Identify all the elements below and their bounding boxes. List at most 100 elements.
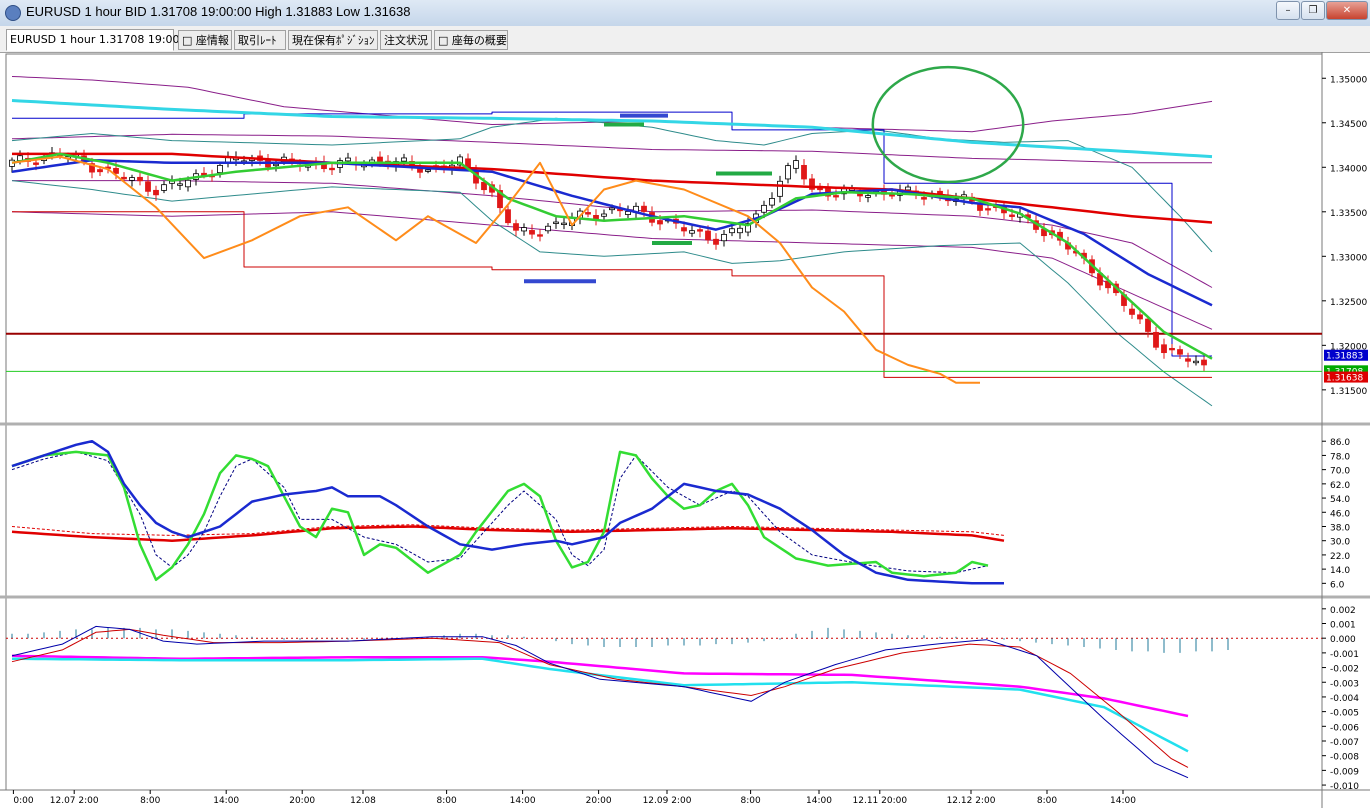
stoch-tick-label: 22.0 xyxy=(1330,552,1350,562)
candle-body xyxy=(585,212,591,215)
price-tick-label: 1.34500 xyxy=(1330,120,1367,130)
candle-body xyxy=(657,220,663,225)
time-tick-label: 8:00 xyxy=(436,796,456,806)
candle-body xyxy=(537,234,543,237)
candle-body xyxy=(1137,314,1143,320)
candle-body xyxy=(129,177,135,181)
candle-body xyxy=(425,169,431,172)
candle-body xyxy=(977,204,983,211)
time-tick-label: 12.09 2:00 xyxy=(643,796,692,806)
chart-area[interactable]: 1.35000 1.34500 1.34000 1.33500 1.33000 1.325… xyxy=(0,52,1370,808)
candle-body xyxy=(1129,308,1135,315)
time-tick-label: 14:00 xyxy=(510,796,536,806)
macd-tick-label: -0.008 xyxy=(1330,753,1359,763)
candle-body xyxy=(865,195,871,198)
stoch-tick-label: 70.0 xyxy=(1330,467,1350,477)
candle-body xyxy=(1145,318,1151,332)
price-tick-label: 1.34000 xyxy=(1330,164,1367,174)
candle-body xyxy=(185,179,191,188)
candle-body xyxy=(1161,344,1167,354)
price-tick-label: 1.35000 xyxy=(1330,75,1367,85)
stoch-tick-label: 6.0 xyxy=(1330,580,1345,590)
candle-body xyxy=(641,205,647,212)
stochastic-panel-frame xyxy=(5,424,1323,597)
candle-body xyxy=(833,195,839,198)
macd-tick-label: -0.003 xyxy=(1330,679,1359,689)
candle-body xyxy=(273,163,279,167)
candle-body xyxy=(1193,360,1199,364)
macd-tick-label: -0.002 xyxy=(1330,665,1359,675)
app-icon xyxy=(5,5,21,21)
price-tick-label: 1.31500 xyxy=(1330,387,1367,397)
candle-body xyxy=(681,227,687,232)
window-title: EURUSD 1 hour BID 1.31708 19:00:00 High … xyxy=(26,4,411,19)
macd-tick-label: 0.001 xyxy=(1330,621,1356,631)
candle-body xyxy=(985,208,991,211)
time-tick-label: 12.07 2:00 xyxy=(50,796,99,806)
restore-button[interactable]: ❐ xyxy=(1301,1,1325,20)
window-titlebar: EURUSD 1 hour BID 1.31708 19:00:00 High … xyxy=(0,0,1370,27)
stoch-tick-label: 38.0 xyxy=(1330,523,1350,533)
time-tick-label: 14:00 xyxy=(806,796,832,806)
candle-body xyxy=(161,184,167,191)
candle-body xyxy=(769,198,775,206)
candle-body xyxy=(761,204,767,213)
tab-orders[interactable]: 注文状況 xyxy=(380,30,432,50)
candle-body xyxy=(561,222,567,225)
chart-svg[interactable]: 1.35000 1.34500 1.34000 1.33500 1.33000 1.325… xyxy=(0,52,1370,808)
candle-body xyxy=(793,160,799,169)
tab-account-info[interactable]: □ 座情報 xyxy=(178,30,232,50)
time-tick-label: 20:00 xyxy=(289,796,315,806)
candle-body xyxy=(417,168,423,173)
candle-body xyxy=(697,229,703,232)
stoch-tick-label: 46.0 xyxy=(1330,509,1350,519)
tab-bar: EURUSD 1 hour 1.31708 19:00:00 □ 座情報 取引ﾚ… xyxy=(0,26,1370,53)
close-button[interactable]: ✕ xyxy=(1326,1,1368,20)
macd-tick-label: -0.001 xyxy=(1330,650,1359,660)
candle-body xyxy=(1177,349,1183,355)
candle-body xyxy=(857,193,863,197)
price-label-text: 1.31638 xyxy=(1326,374,1363,384)
time-tick-label: 12.08 xyxy=(350,796,376,806)
candle-body xyxy=(529,230,535,235)
time-tick-label: 14:00 xyxy=(213,796,239,806)
time-tick-label: 12.11 20:00 xyxy=(853,796,908,806)
candle-body xyxy=(721,233,727,242)
candle-body xyxy=(921,197,927,200)
tab-account-summary[interactable]: □ 座毎の概要 xyxy=(434,30,508,50)
price-label-text: 1.31883 xyxy=(1326,352,1363,362)
stoch-tick-label: 62.0 xyxy=(1330,481,1350,491)
price-tick-label: 1.32500 xyxy=(1330,298,1367,308)
candle-body xyxy=(401,157,407,162)
tab-trade-rate[interactable]: 取引ﾚｰﾄ xyxy=(234,30,286,50)
minimize-button[interactable]: – xyxy=(1276,1,1300,20)
candle-body xyxy=(689,230,695,234)
time-tick-label: 12.12 2:00 xyxy=(947,796,996,806)
candle-body xyxy=(705,230,711,241)
macd-tick-label: -0.005 xyxy=(1330,709,1359,719)
candle-body xyxy=(217,164,223,173)
macd-tick-label: -0.004 xyxy=(1330,694,1359,704)
tab-positions[interactable]: 現在保有ﾎﾟｼﾞｼｮﾝ xyxy=(288,30,378,50)
candle-body xyxy=(33,162,39,165)
time-tick-label: 8:00 xyxy=(140,796,160,806)
candle-body xyxy=(329,167,335,171)
stoch-tick-label: 30.0 xyxy=(1330,538,1350,548)
price-tick-label: 1.33000 xyxy=(1330,253,1367,263)
candle-body xyxy=(553,221,559,224)
candle-body xyxy=(801,164,807,180)
candle-body xyxy=(729,228,735,234)
stoch-tick-label: 14.0 xyxy=(1330,566,1350,576)
time-tick-label: 8:00 xyxy=(740,796,760,806)
candle-body xyxy=(121,176,127,180)
candle-body xyxy=(1201,359,1207,366)
macd-tick-label: -0.007 xyxy=(1330,738,1359,748)
candle-body xyxy=(609,207,615,211)
candle-body xyxy=(513,223,519,231)
macd-tick-label: -0.009 xyxy=(1330,767,1359,777)
window-controls: – ❐ ✕ xyxy=(1275,1,1368,21)
macd-panel-frame xyxy=(5,597,1323,791)
tab-chart[interactable]: EURUSD 1 hour 1.31708 19:00:00 xyxy=(6,29,197,51)
macd-tick-label: 0.000 xyxy=(1330,635,1356,645)
candle-body xyxy=(145,181,151,192)
